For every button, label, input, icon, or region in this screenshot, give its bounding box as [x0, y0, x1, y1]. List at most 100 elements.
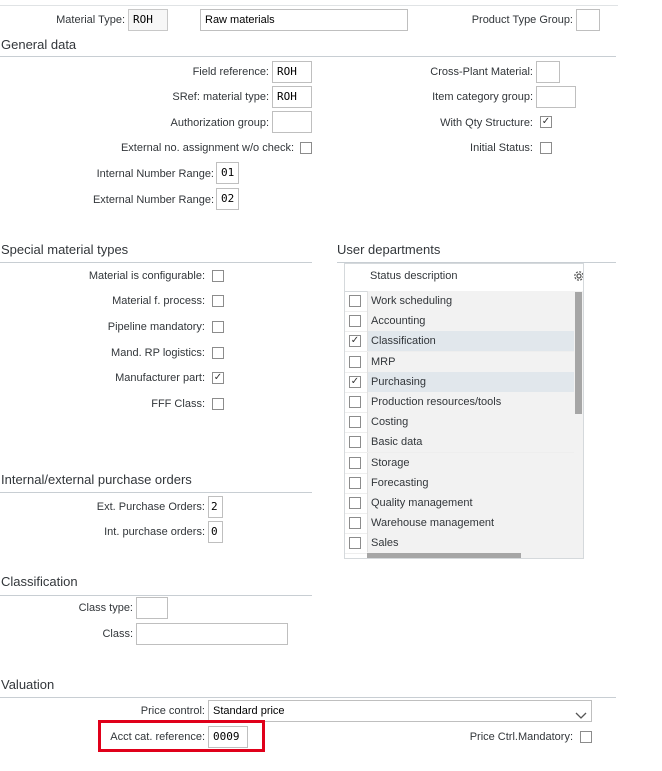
external-number-range-label: External Number Range: [92, 194, 214, 206]
int-purchase-orders-field[interactable]: 0 [208, 521, 223, 543]
status-description-cell: Sales [367, 533, 574, 554]
class-type-label: Class type: [78, 602, 133, 614]
item-category-group-label: Item category group: [432, 91, 533, 103]
authorization-group-label: Authorization group: [170, 117, 269, 129]
price-control-select[interactable]: Standard price [208, 700, 592, 722]
table-row[interactable]: Costing [345, 412, 574, 434]
material-type-label: Material Type: [56, 14, 125, 26]
material-type-field[interactable]: ROH [128, 9, 168, 31]
general-data-divider [0, 56, 616, 57]
status-description-cell: MRP [367, 351, 574, 372]
horizontal-scrollbar[interactable] [367, 552, 574, 558]
pipeline-mandatory-checkbox[interactable] [212, 321, 224, 333]
purchase-orders-divider [0, 492, 312, 493]
table-row[interactable]: ✓ Classification [345, 331, 574, 353]
price-control-label: Price control: [140, 705, 205, 717]
user-departments-table: Status description Work scheduling Accoun… [344, 263, 584, 559]
table-row[interactable]: Work scheduling [345, 291, 574, 312]
classification-divider [0, 595, 312, 596]
gear-icon[interactable] [573, 269, 583, 283]
ext-purchase-orders-label: Ext. Purchase Orders: [96, 501, 205, 513]
row-checkbox[interactable] [349, 315, 361, 328]
vertical-scroll-thumb[interactable] [575, 292, 582, 414]
class-label: Class: [102, 628, 133, 640]
status-description-cell: Production resources/tools [367, 392, 574, 412]
status-description-cell: Costing [367, 412, 574, 433]
material-configurable-checkbox[interactable] [212, 270, 224, 282]
status-description-cell: Storage [367, 452, 574, 473]
special-material-types-divider [0, 262, 312, 263]
row-checkbox[interactable]: ✓ [349, 335, 361, 348]
class-type-field[interactable] [136, 597, 168, 619]
table-row[interactable]: Production resources/tools [345, 392, 574, 413]
valuation-title: Valuation [1, 677, 55, 692]
material-type-description-field[interactable]: Raw materials [200, 9, 408, 31]
row-checkbox[interactable] [349, 396, 361, 408]
product-type-group-label: Product Type Group: [471, 14, 573, 26]
cross-plant-material-field[interactable] [536, 61, 560, 83]
class-field[interactable] [136, 623, 288, 645]
manufacturer-part-checkbox[interactable]: ✓ [212, 372, 224, 384]
row-checkbox[interactable] [349, 416, 361, 429]
row-checkbox[interactable] [349, 476, 361, 489]
status-description-cell: Classification [367, 331, 574, 352]
select-all-column[interactable] [345, 264, 367, 291]
general-data-title: General data [1, 37, 77, 52]
row-checkbox[interactable] [349, 517, 361, 530]
vertical-scrollbar[interactable] [574, 291, 583, 558]
special-item-label: Pipeline mandatory: [107, 321, 205, 333]
status-description-cell: Purchasing [367, 371, 574, 392]
valuation-divider [0, 697, 616, 698]
acct-cat-reference-field[interactable]: 0009 [208, 726, 248, 748]
sref-material-type-field[interactable]: ROH [272, 86, 312, 108]
row-checkbox[interactable]: ✓ [349, 375, 361, 388]
table-row[interactable]: MRP [345, 351, 574, 373]
table-row[interactable]: Quality management [345, 493, 574, 514]
ext-no-assignment-checkbox[interactable] [300, 142, 312, 154]
row-checkbox[interactable] [349, 355, 361, 368]
status-description-cell: Warehouse management [367, 513, 574, 534]
initial-status-label: Initial Status: [470, 142, 533, 154]
row-checkbox[interactable] [349, 497, 361, 509]
material-f-process-checkbox[interactable] [212, 295, 224, 307]
special-item-label: Material is configurable: [88, 270, 205, 282]
purchase-orders-title: Internal/external purchase orders [1, 472, 192, 487]
table-row[interactable]: ✓ Purchasing [345, 371, 574, 393]
external-number-range-field[interactable]: 02 [216, 188, 239, 210]
with-qty-structure-label: With Qty Structure: [440, 117, 533, 129]
table-row[interactable]: Warehouse management [345, 513, 574, 535]
table-row[interactable]: Basic data [345, 432, 574, 454]
ext-purchase-orders-field[interactable]: 2 [208, 496, 223, 518]
price-ctrl-mandatory-label: Price Ctrl.Mandatory: [469, 731, 573, 743]
internal-number-range-field[interactable]: 01 [216, 162, 239, 184]
table-row[interactable]: Forecasting [345, 472, 574, 494]
row-checkbox[interactable] [349, 436, 361, 449]
row-checkbox[interactable] [349, 456, 361, 469]
price-control-value: Standard price [213, 705, 285, 717]
authorization-group-field[interactable] [272, 111, 312, 133]
internal-number-range-label: Internal Number Range: [96, 168, 214, 180]
field-reference-field[interactable]: ROH [272, 61, 312, 83]
row-checkbox[interactable] [349, 295, 361, 307]
row-checkbox[interactable] [349, 537, 361, 550]
table-row[interactable]: Storage [345, 452, 574, 474]
sref-material-type-label: SRef: material type: [172, 91, 269, 103]
with-qty-structure-checkbox[interactable]: ✓ [540, 116, 552, 128]
acct-cat-reference-label: Acct cat. reference: [110, 731, 205, 743]
mand-rp-logistics-checkbox[interactable] [212, 347, 224, 359]
fff-class-checkbox[interactable] [212, 398, 224, 410]
classification-title: Classification [1, 574, 78, 589]
price-ctrl-mandatory-checkbox[interactable] [580, 731, 592, 743]
status-description-cell: Quality management [367, 493, 574, 513]
ext-no-assignment-label: External no. assignment w/o check: [120, 142, 294, 154]
product-type-group-field[interactable] [576, 9, 600, 31]
special-item-label: FFF Class: [151, 398, 205, 410]
table-row[interactable]: Accounting [345, 311, 574, 333]
horizontal-scroll-thumb[interactable] [367, 553, 521, 558]
status-description-header[interactable]: Status description [370, 270, 457, 282]
initial-status-checkbox[interactable] [540, 142, 552, 154]
item-category-group-field[interactable] [536, 86, 576, 108]
int-purchase-orders-label: Int. purchase orders: [104, 526, 205, 538]
chevron-down-icon[interactable] [575, 707, 587, 721]
status-description-cell: Basic data [367, 432, 574, 453]
